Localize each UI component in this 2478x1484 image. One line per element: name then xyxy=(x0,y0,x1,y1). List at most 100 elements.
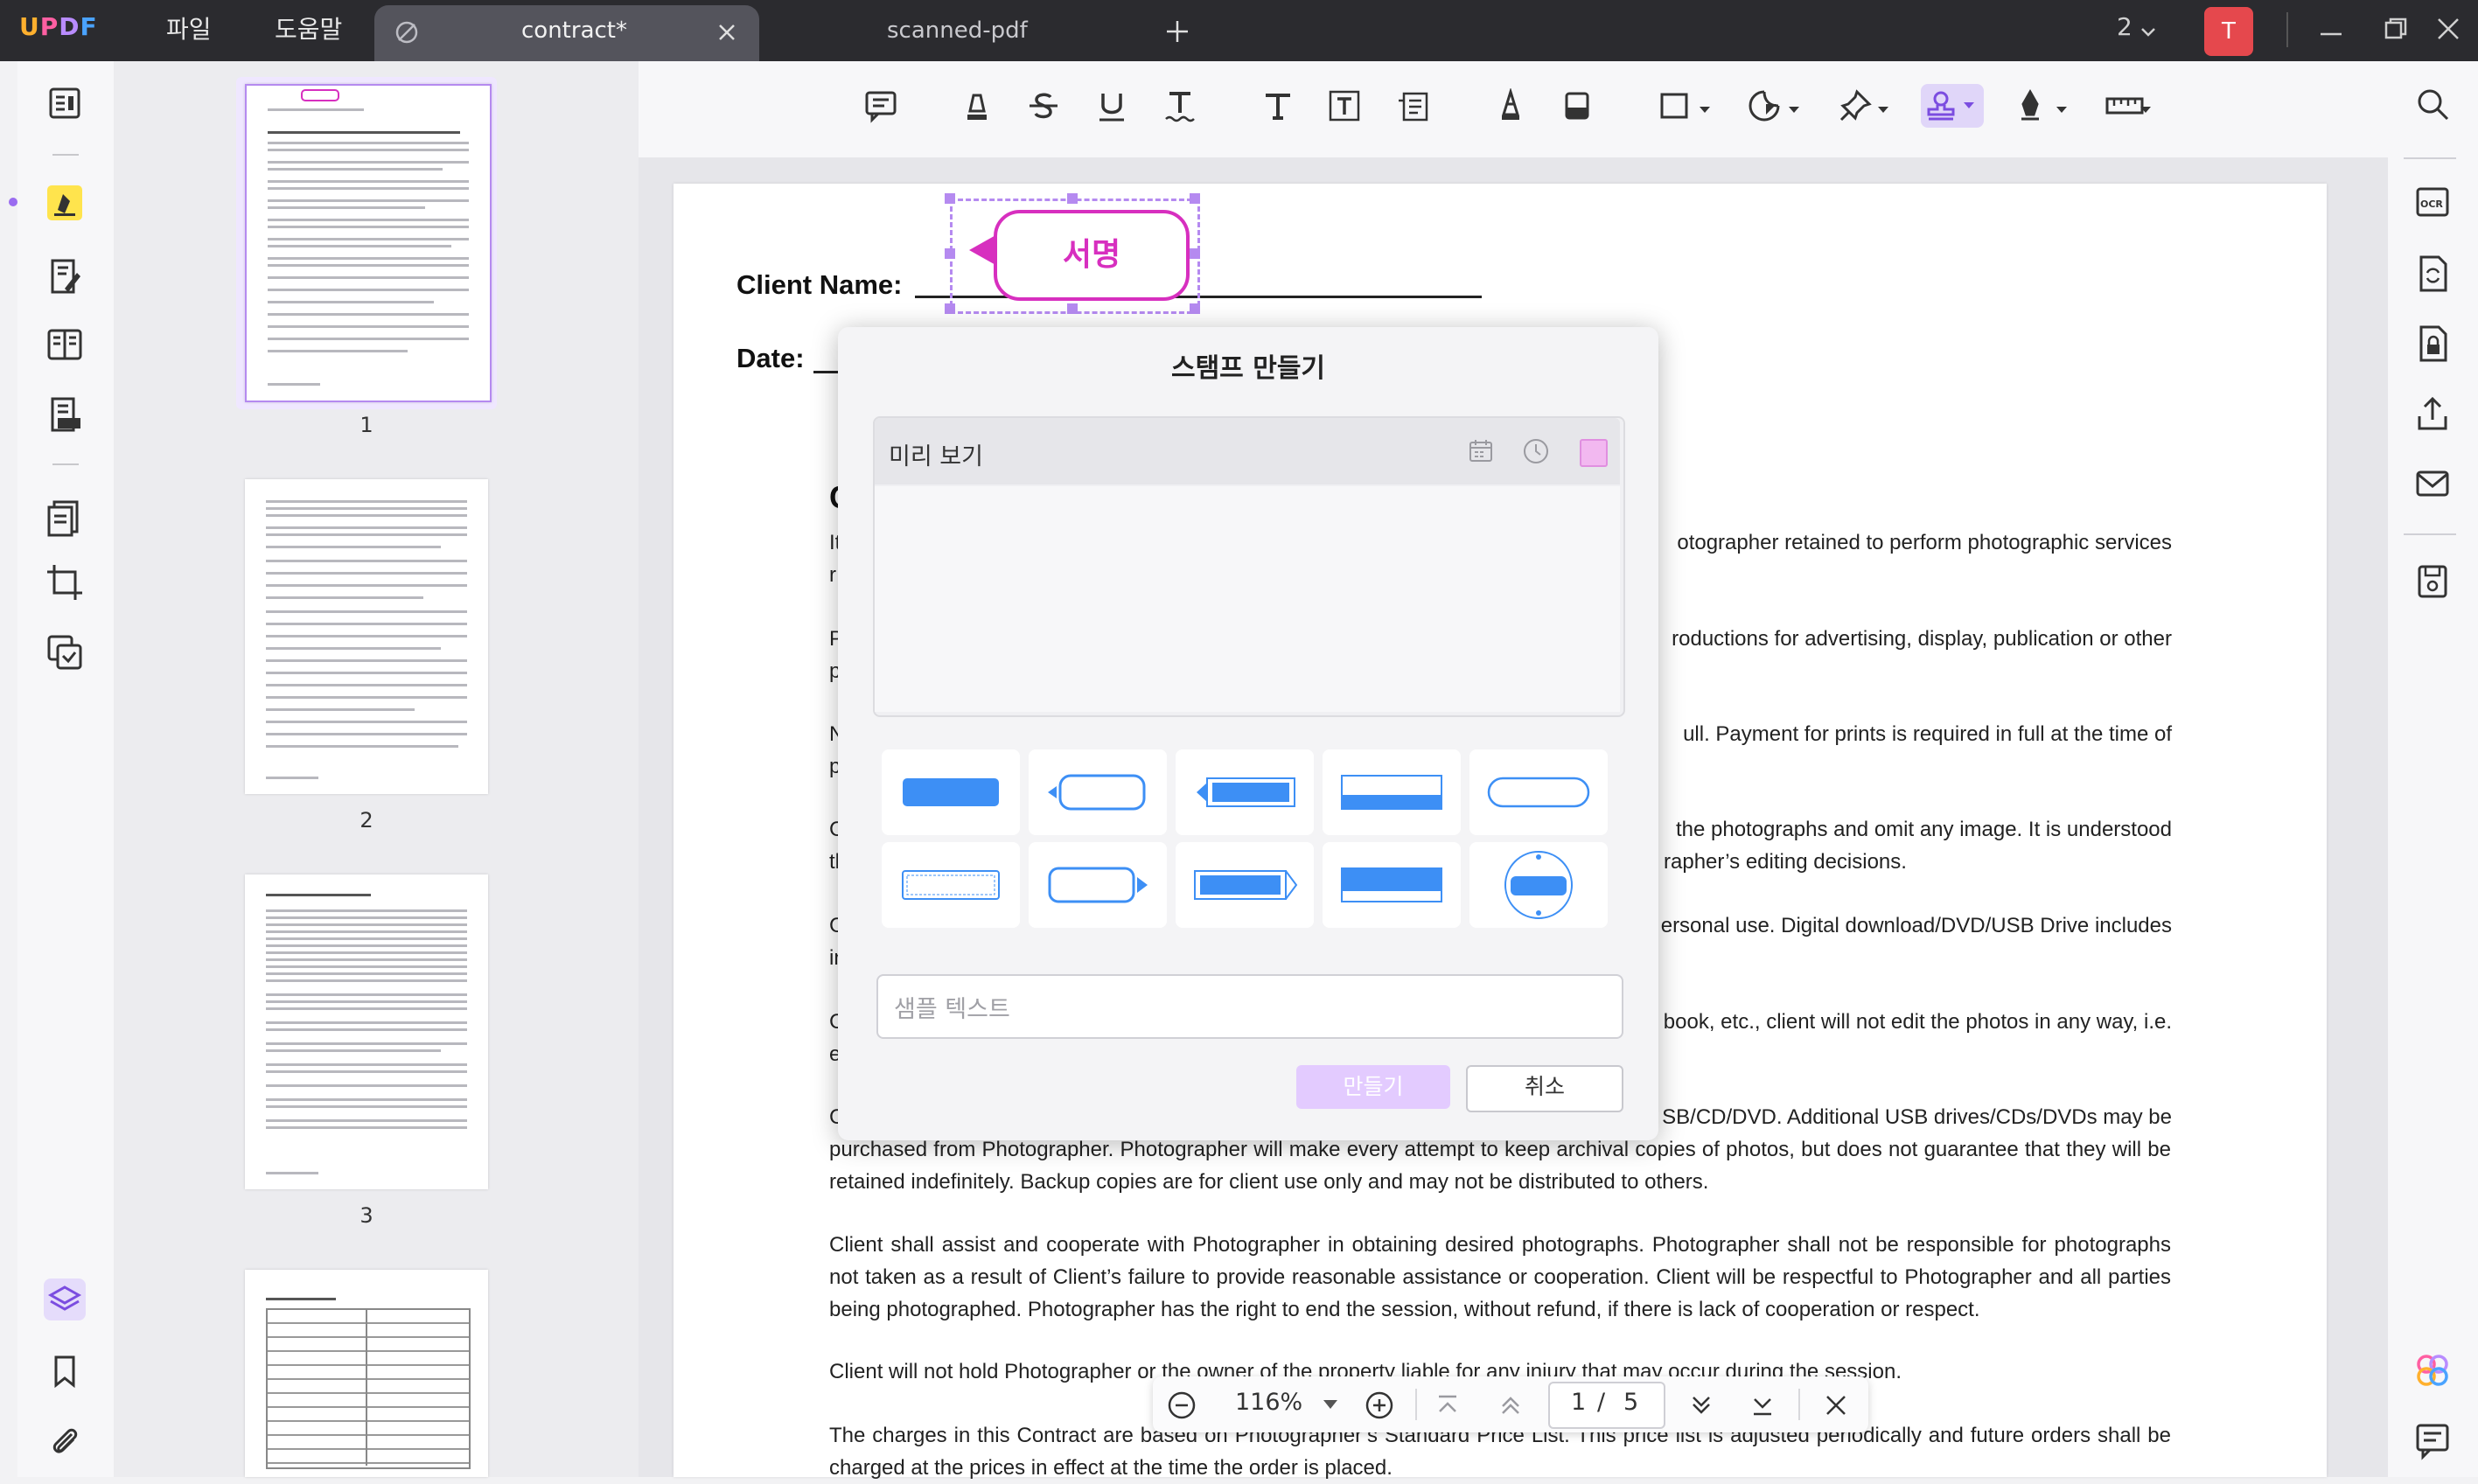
convert-icon[interactable] xyxy=(45,633,84,672)
resize-handle[interactable] xyxy=(1190,248,1200,259)
strikethrough-icon[interactable] xyxy=(1022,84,1065,128)
stamp-template-7[interactable] xyxy=(1029,842,1167,928)
convert-file-icon[interactable] xyxy=(2412,254,2453,294)
close-zoom-bar-icon[interactable] xyxy=(1823,1392,1849,1418)
eraser-icon[interactable] xyxy=(1555,84,1599,128)
stamp-template-9[interactable] xyxy=(1323,842,1461,928)
window-count[interactable]: 2 xyxy=(2117,12,2132,41)
reader-mode-icon[interactable] xyxy=(45,84,84,122)
comment-tool-icon[interactable] xyxy=(45,184,84,222)
bookmark-icon[interactable] xyxy=(45,1352,84,1390)
stamp-template-6[interactable] xyxy=(882,842,1020,928)
doc-line-left: r xyxy=(829,563,836,587)
email-icon[interactable] xyxy=(2412,463,2453,504)
highlight-icon[interactable] xyxy=(955,84,999,128)
svg-text:OCR: OCR xyxy=(2420,199,2443,210)
doc-line-right: SB/CD/DVD. Additional USB drives/CDs/DVD… xyxy=(1662,1105,2172,1129)
color-swatch[interactable] xyxy=(1580,439,1608,467)
comment-note-icon[interactable] xyxy=(859,84,903,128)
zoom-dropdown-icon[interactable] xyxy=(1323,1397,1338,1410)
text-icon[interactable] xyxy=(1256,84,1300,128)
stamp-template-2[interactable] xyxy=(1029,749,1167,835)
stamp-template-5[interactable] xyxy=(1469,749,1608,835)
clock-icon[interactable] xyxy=(1522,437,1550,465)
thumbnail-page-1[interactable] xyxy=(245,84,492,402)
pin-icon[interactable] xyxy=(1833,84,1877,128)
comments-panel-icon[interactable] xyxy=(2412,1420,2453,1460)
first-page-icon[interactable] xyxy=(1434,1392,1461,1418)
sticker-dropdown-icon[interactable] xyxy=(1788,101,1800,113)
next-page-icon[interactable] xyxy=(1688,1392,1714,1418)
zoom-in-icon[interactable] xyxy=(1365,1390,1394,1420)
stamp-tool-icon[interactable] xyxy=(1921,84,1984,128)
shape-rectangle-icon[interactable] xyxy=(1653,84,1697,128)
resize-handle[interactable] xyxy=(945,303,955,314)
search-icon[interactable] xyxy=(2412,84,2453,124)
previous-page-icon[interactable] xyxy=(1497,1392,1524,1418)
ai-assistant-icon[interactable] xyxy=(2412,1350,2453,1390)
attachment-icon[interactable] xyxy=(45,1422,84,1460)
new-tab-icon[interactable] xyxy=(1163,17,1191,45)
doc-line-right: otographer retained to perform photograp… xyxy=(1677,531,2172,554)
current-page[interactable]: 1 xyxy=(1571,1389,1586,1416)
resize-handle[interactable] xyxy=(1067,193,1078,204)
page-separator: / xyxy=(1597,1389,1606,1416)
close-window-icon[interactable] xyxy=(2435,16,2461,42)
save-icon[interactable] xyxy=(2412,561,2453,602)
zoom-level[interactable]: 116% xyxy=(1235,1389,1302,1416)
thumbnail-page-2[interactable] xyxy=(245,479,488,794)
doc-line: not taken as a result of Client’s failur… xyxy=(829,1265,2171,1289)
stamp-template-4[interactable] xyxy=(1323,749,1461,835)
text-callout-icon[interactable] xyxy=(1391,84,1434,128)
tab-close-icon[interactable] xyxy=(715,21,738,44)
crop-icon[interactable] xyxy=(45,563,84,602)
share-icon[interactable] xyxy=(2412,394,2453,434)
minimize-icon[interactable] xyxy=(2318,21,2344,47)
protect-icon[interactable] xyxy=(2412,324,2453,364)
thumbnail-page-3[interactable] xyxy=(245,874,488,1189)
cancel-button[interactable]: 취소 xyxy=(1466,1065,1623,1112)
fill-sign-icon[interactable] xyxy=(45,395,84,434)
edit-pdf-icon[interactable] xyxy=(45,257,84,296)
menu-file[interactable]: 파일 xyxy=(166,10,212,45)
stamp-template-8[interactable] xyxy=(1176,842,1314,928)
resize-handle[interactable] xyxy=(945,193,955,204)
shape-dropdown-icon[interactable] xyxy=(1699,101,1711,113)
underline-icon[interactable] xyxy=(1090,84,1134,128)
tab-scanned-pdf[interactable]: scanned-pdf xyxy=(887,17,1028,44)
make-button[interactable]: 만들기 xyxy=(1296,1065,1450,1109)
ocr-icon[interactable]: OCR xyxy=(2412,182,2453,222)
total-pages: 5 xyxy=(1623,1389,1639,1416)
page-tools-icon[interactable] xyxy=(45,498,84,537)
thumbnail-stamp xyxy=(301,89,339,101)
last-page-icon[interactable] xyxy=(1749,1392,1776,1418)
pencil-icon[interactable] xyxy=(1489,84,1532,128)
measure-dropdown-icon[interactable] xyxy=(2139,101,2152,113)
stamp-template-3[interactable] xyxy=(1176,749,1314,835)
restore-icon[interactable] xyxy=(2383,16,2409,42)
user-avatar[interactable]: T xyxy=(2204,7,2253,56)
resize-handle[interactable] xyxy=(1067,303,1078,314)
doc-line-right: rapher’s editing decisions. xyxy=(1664,850,1907,874)
signature-icon[interactable] xyxy=(2008,84,2052,128)
organize-pages-icon[interactable] xyxy=(45,325,84,364)
calendar-icon[interactable] xyxy=(1468,437,1494,463)
layers-icon[interactable] xyxy=(44,1278,86,1320)
sticker-icon[interactable] xyxy=(1742,84,1786,128)
signature-dropdown-icon[interactable] xyxy=(2056,101,2068,113)
chevron-down-icon[interactable] xyxy=(2139,23,2157,40)
signature-stamp[interactable]: 서명 xyxy=(994,210,1190,301)
zoom-out-icon[interactable] xyxy=(1167,1390,1197,1420)
resize-handle[interactable] xyxy=(1190,303,1200,314)
resize-handle[interactable] xyxy=(945,248,955,259)
resize-handle[interactable] xyxy=(1190,193,1200,204)
page-number-box[interactable] xyxy=(1548,1382,1665,1429)
stamp-template-10[interactable] xyxy=(1469,842,1608,928)
pin-dropdown-icon[interactable] xyxy=(1877,101,1889,113)
menu-help[interactable]: 도움말 xyxy=(275,10,342,45)
stamp-template-1[interactable] xyxy=(882,749,1020,835)
squiggly-icon[interactable] xyxy=(1158,84,1202,128)
client-name-label: Client Name: xyxy=(736,269,903,300)
thumbnail-page-4[interactable] xyxy=(245,1270,488,1477)
text-box-icon[interactable] xyxy=(1323,84,1366,128)
